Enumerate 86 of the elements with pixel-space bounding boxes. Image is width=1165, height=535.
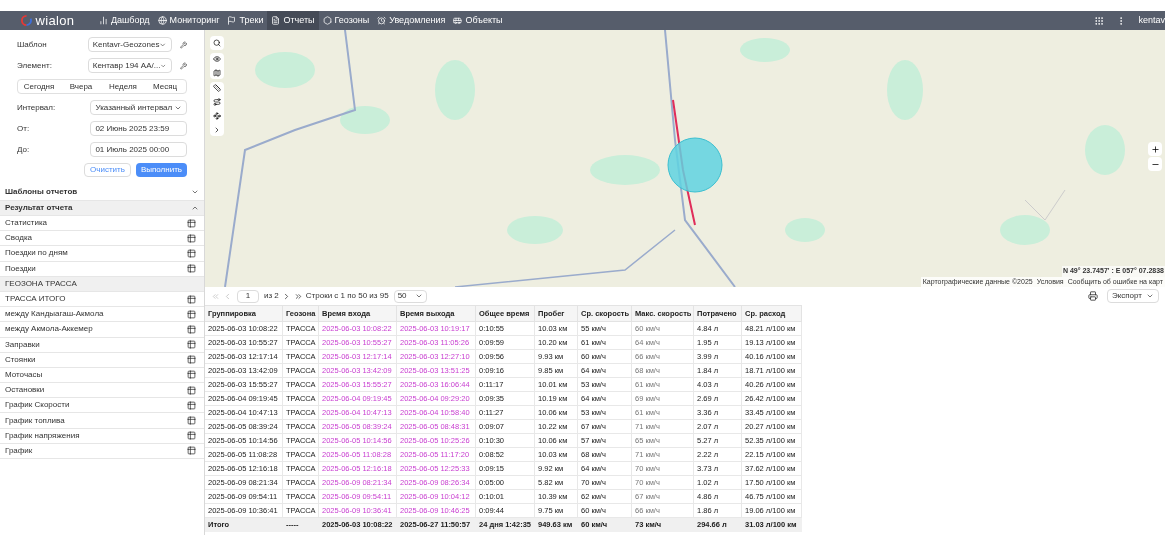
table-icon: [187, 446, 196, 456]
nav-tab[interactable]: Мониторинг: [153, 11, 224, 30]
template-select[interactable]: Kentavr-Geozones: [87, 37, 172, 52]
period-tab[interactable]: Вчера: [60, 80, 102, 93]
field-label: Интервал:: [17, 101, 57, 114]
nav-tab[interactable]: Дашборд: [95, 11, 154, 30]
apps-grid-icon[interactable]: [1094, 15, 1105, 26]
nav-tab[interactable]: Треки: [223, 11, 268, 30]
page-size-select[interactable]: 50: [393, 289, 427, 303]
globe-icon: [157, 16, 167, 25]
alarm-clock-icon: [377, 16, 387, 25]
wrench-icon[interactable]: [179, 61, 187, 70]
nav-tab[interactable]: Объекты: [449, 11, 507, 30]
report-item[interactable]: График Скорости: [0, 398, 204, 414]
element-select[interactable]: Кентавр 194 AA/...: [87, 58, 172, 73]
table-icon: [187, 370, 196, 380]
report-item[interactable]: Поездки по дням: [0, 246, 204, 262]
wrench-icon[interactable]: [179, 40, 187, 49]
period-tab[interactable]: Сегодня: [18, 80, 60, 93]
date-field[interactable]: 02 Июнь 2025 23:59: [90, 121, 187, 136]
table-icon: [187, 248, 196, 258]
period-tab[interactable]: Неделя: [102, 80, 144, 93]
logo-text: wialon: [35, 11, 75, 30]
table-icon: [187, 218, 196, 228]
search-icon: [213, 39, 221, 47]
report-icon: [271, 16, 281, 25]
field-label: Элемент:: [17, 59, 53, 72]
print-icon[interactable]: [1087, 291, 1098, 301]
table-icon: [187, 385, 196, 395]
report-item[interactable]: Заправки: [0, 337, 204, 353]
chevron-right-icon[interactable]: [213, 126, 221, 134]
nav-tab[interactable]: Отчеты: [267, 11, 319, 30]
report-item[interactable]: между Кандыагаш-Акмола: [0, 307, 204, 323]
table-icon: [187, 309, 196, 319]
nav-tab[interactable]: Уведомления: [373, 11, 450, 30]
chevron-down-icon: [1146, 292, 1154, 300]
waypoints-icon[interactable]: [213, 112, 221, 120]
report-item[interactable]: Поездки: [0, 261, 204, 277]
report-item[interactable]: График топлива: [0, 413, 204, 429]
report-item[interactable]: Сводка: [0, 231, 204, 247]
period-tab[interactable]: Месяц: [144, 80, 186, 93]
section-header[interactable]: Шаблоны отчетов: [0, 185, 204, 201]
table-icon: [187, 400, 196, 410]
logo-icon: [20, 15, 32, 26]
map-icon[interactable]: [213, 69, 221, 77]
plus-icon: [1150, 144, 1160, 154]
chart-icon: [99, 16, 108, 25]
report-item[interactable]: ТРАССА ИТОГО: [0, 291, 204, 308]
bus-icon: [453, 16, 463, 25]
report-item[interactable]: Статистика: [0, 216, 204, 232]
hexagon-icon: [322, 16, 332, 25]
zoom-out-button[interactable]: [1148, 157, 1162, 171]
chevron-down-icon: [414, 292, 423, 300]
report-item[interactable]: между Акмола-Аккемер: [0, 322, 204, 338]
ruler-icon[interactable]: [213, 84, 221, 92]
rows-range-text: Строки с 1 по 50 из 95: [305, 290, 389, 302]
route-icon[interactable]: [213, 98, 221, 106]
field-label: От:: [17, 122, 31, 135]
zoom-in-button[interactable]: [1148, 142, 1162, 156]
map-search-button[interactable]: [210, 36, 224, 50]
field-label: Шаблон: [17, 38, 48, 51]
report-item[interactable]: Стоянки: [0, 352, 204, 368]
table-icon: [187, 294, 196, 304]
report-item[interactable]: График напряжения: [0, 428, 204, 444]
date-field[interactable]: 01 Июль 2025 00:00: [90, 142, 187, 157]
nav-tab[interactable]: Геозоны: [318, 11, 374, 30]
page-count: из 2: [264, 290, 279, 302]
table-icon: [187, 324, 196, 334]
table-icon: [187, 416, 196, 426]
last-page-icon[interactable]: [293, 291, 303, 301]
table-icon: [187, 233, 196, 243]
report-item[interactable]: Моточасы: [0, 367, 204, 384]
export-button[interactable]: Экспорт: [1106, 289, 1159, 303]
report-item[interactable]: График: [0, 443, 204, 459]
table-icon: [187, 340, 196, 350]
page-field[interactable]: 1: [237, 289, 259, 303]
table-icon: [187, 431, 196, 441]
interval-select[interactable]: Указанный интервал: [90, 100, 187, 115]
user-name[interactable]: kentav: [1138, 13, 1165, 28]
field-label: До:: [17, 143, 31, 156]
table-icon: [187, 264, 196, 274]
flag-icon: [227, 16, 237, 25]
report-item[interactable]: Остановки: [0, 383, 204, 399]
chevron-down-icon: [159, 40, 167, 49]
eye-icon[interactable]: [213, 55, 221, 63]
table-icon: [187, 355, 196, 365]
